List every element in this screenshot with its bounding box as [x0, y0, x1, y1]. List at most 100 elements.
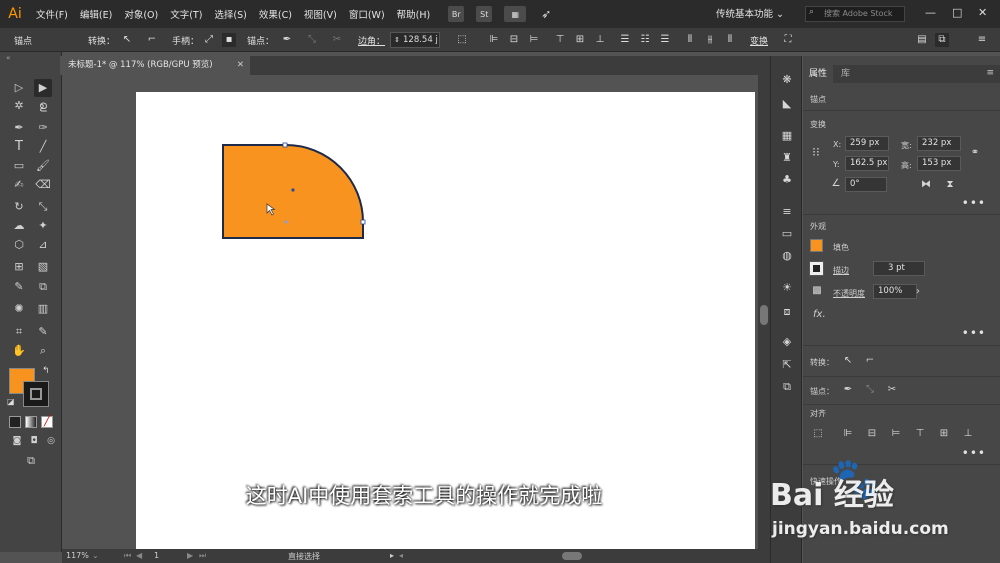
- anchor-point[interactable]: [360, 219, 366, 225]
- align-hcenter-icon[interactable]: ⊟: [507, 33, 521, 47]
- transform-link[interactable]: 变换: [750, 34, 768, 47]
- eyedropper-tool-icon[interactable]: ✎: [10, 278, 28, 296]
- show-handles-icon[interactable]: ⤢: [202, 33, 216, 47]
- artboard-number[interactable]: 1: [154, 551, 159, 560]
- layers-icon[interactable]: ◈: [779, 334, 795, 350]
- warp-tool-icon[interactable]: ☁: [10, 217, 28, 235]
- menu-type[interactable]: 文字(T): [164, 7, 208, 21]
- scroll-left-icon[interactable]: ◂: [399, 551, 403, 560]
- selection-tool-icon[interactable]: ▷: [10, 79, 28, 97]
- menu-help[interactable]: 帮助(H): [391, 7, 437, 21]
- width-field[interactable]: 232 px: [917, 136, 961, 151]
- zoom-tool-icon[interactable]: ⌕: [34, 342, 52, 360]
- pen-tool-icon[interactable]: ✒: [10, 119, 28, 137]
- convert-to-smooth-icon[interactable]: ⌐: [145, 33, 159, 47]
- blend-tool-icon[interactable]: ⧉: [34, 278, 52, 296]
- scale-tool-icon[interactable]: ⤡: [34, 198, 52, 216]
- default-colors-icon[interactable]: ◪: [7, 397, 15, 406]
- gradient-tool-icon[interactable]: ▧: [34, 258, 52, 276]
- menu-view[interactable]: 视图(V): [298, 7, 343, 21]
- convert-to-smooth-icon[interactable]: ⌐: [863, 354, 877, 368]
- magic-wand-tool-icon[interactable]: ✲: [10, 97, 28, 115]
- next-artboard-icon[interactable]: ▶: [187, 551, 193, 560]
- constrain-proportions-icon[interactable]: ⚭: [968, 146, 982, 160]
- cut-path-icon[interactable]: ✂: [330, 33, 344, 47]
- distribute-right-icon[interactable]: ⫴: [723, 33, 737, 47]
- flip-horizontal-icon[interactable]: ⧓: [919, 178, 933, 192]
- slice-tool-icon[interactable]: ✎: [34, 323, 52, 341]
- menu-object[interactable]: 对象(O): [118, 7, 164, 21]
- close-window-button[interactable]: ✕: [978, 6, 987, 19]
- collapse-icon[interactable]: «: [6, 54, 10, 62]
- stroke-weight-field[interactable]: 3 pt: [873, 261, 925, 276]
- distribute-hcenter-icon[interactable]: ⫵: [703, 33, 717, 47]
- recolor-icon[interactable]: ⧉: [935, 33, 949, 47]
- tab-libraries[interactable]: 库: [835, 65, 856, 83]
- status-arrow-icon[interactable]: ▸: [390, 551, 394, 560]
- paintbrush-tool-icon[interactable]: 🖌: [34, 157, 52, 175]
- more-options-icon[interactable]: •••: [962, 326, 986, 340]
- rotation-field[interactable]: 0°: [845, 177, 887, 192]
- fill-swatch[interactable]: [810, 239, 823, 252]
- color-mode-icon[interactable]: [9, 416, 21, 428]
- hand-tool-icon[interactable]: ✋: [10, 342, 28, 360]
- artboard-tool-icon[interactable]: ⌗: [10, 323, 28, 341]
- connect-anchors-icon[interactable]: ⤡: [305, 33, 319, 47]
- more-options-icon[interactable]: •••: [962, 196, 986, 210]
- align-bottom-icon[interactable]: ⊥: [593, 33, 607, 47]
- vertical-scrollbar[interactable]: [758, 75, 770, 549]
- remove-anchor-icon[interactable]: ✒: [280, 33, 294, 47]
- chevron-right-icon[interactable]: ›: [911, 285, 925, 299]
- artboards-icon[interactable]: ⧉: [779, 379, 795, 395]
- hide-handles-icon[interactable]: ▪: [222, 33, 236, 47]
- align-to-icon[interactable]: ⬚: [811, 427, 825, 441]
- symbols-icon[interactable]: ♜: [779, 150, 795, 166]
- image-trace-icon[interactable]: ⧈: [779, 304, 795, 320]
- fx-button[interactable]: fx.: [813, 309, 826, 320]
- graphic-styles-icon[interactable]: ♣: [779, 172, 795, 188]
- anchor-point[interactable]: [282, 142, 288, 148]
- menu-effect[interactable]: 效果(C): [253, 7, 298, 21]
- stroke-swatch[interactable]: [809, 261, 824, 276]
- opacity-label[interactable]: 不透明度: [833, 288, 865, 299]
- gpu-performance-icon[interactable]: ➶: [538, 6, 554, 22]
- align-left-icon[interactable]: ⊫: [487, 33, 501, 47]
- rotate-tool-icon[interactable]: ↻: [10, 198, 28, 216]
- shaper-tool-icon[interactable]: ✍: [10, 176, 28, 194]
- distribute-vcenter-icon[interactable]: ☷: [638, 33, 652, 47]
- draw-behind-icon[interactable]: ◘: [25, 432, 43, 450]
- shape-builder-tool-icon[interactable]: ⬡: [10, 236, 28, 254]
- align-top-icon[interactable]: ⊤: [553, 33, 567, 47]
- convert-to-corner-icon[interactable]: ↖: [120, 33, 134, 47]
- menu-window[interactable]: 窗口(W): [343, 7, 391, 21]
- draw-inside-icon[interactable]: ◎: [42, 432, 60, 450]
- align-hcenter-icon[interactable]: ⊟: [865, 427, 879, 441]
- hscroll-thumb[interactable]: [562, 552, 582, 560]
- first-artboard-icon[interactable]: ⏮: [124, 551, 131, 561]
- appearance-panel-icon[interactable]: ☀: [779, 280, 795, 296]
- perspective-grid-tool-icon[interactable]: ⊿: [34, 236, 52, 254]
- workspace-switcher[interactable]: 传统基本功能 ⌄: [716, 6, 784, 20]
- stroke-label[interactable]: 描边: [833, 265, 849, 276]
- flip-vertical-icon[interactable]: ⧗: [943, 178, 957, 192]
- current-tool-status[interactable]: 直接选择: [288, 551, 320, 562]
- height-field[interactable]: 153 px: [917, 156, 961, 171]
- tab-properties[interactable]: 属性: [803, 65, 834, 83]
- brushes-icon[interactable]: ▦: [779, 128, 795, 144]
- rectangle-tool-icon[interactable]: ▭: [10, 157, 28, 175]
- panel-menu-icon[interactable]: ≡: [986, 68, 994, 78]
- x-field[interactable]: 259 px: [845, 136, 889, 151]
- align-right-icon[interactable]: ⊨: [889, 427, 903, 441]
- align-right-icon[interactable]: ⊨: [527, 33, 541, 47]
- prev-artboard-icon[interactable]: ◀: [136, 551, 142, 560]
- swap-colors-icon[interactable]: ↰: [42, 366, 50, 376]
- type-tool-icon[interactable]: T: [10, 138, 28, 156]
- stock-search-input[interactable]: 搜索 Adobe Stock: [805, 6, 905, 22]
- align-bottom-icon[interactable]: ⊥: [961, 427, 975, 441]
- gradient-panel-icon[interactable]: ▭: [779, 226, 795, 242]
- stepper-icon[interactable]: ⇕: [390, 33, 404, 47]
- maximize-button[interactable]: □: [952, 6, 962, 19]
- stroke-panel-icon[interactable]: ≡: [779, 204, 795, 220]
- convert-to-corner-icon[interactable]: ↖: [841, 354, 855, 368]
- distribute-left-icon[interactable]: ⫴: [683, 33, 697, 47]
